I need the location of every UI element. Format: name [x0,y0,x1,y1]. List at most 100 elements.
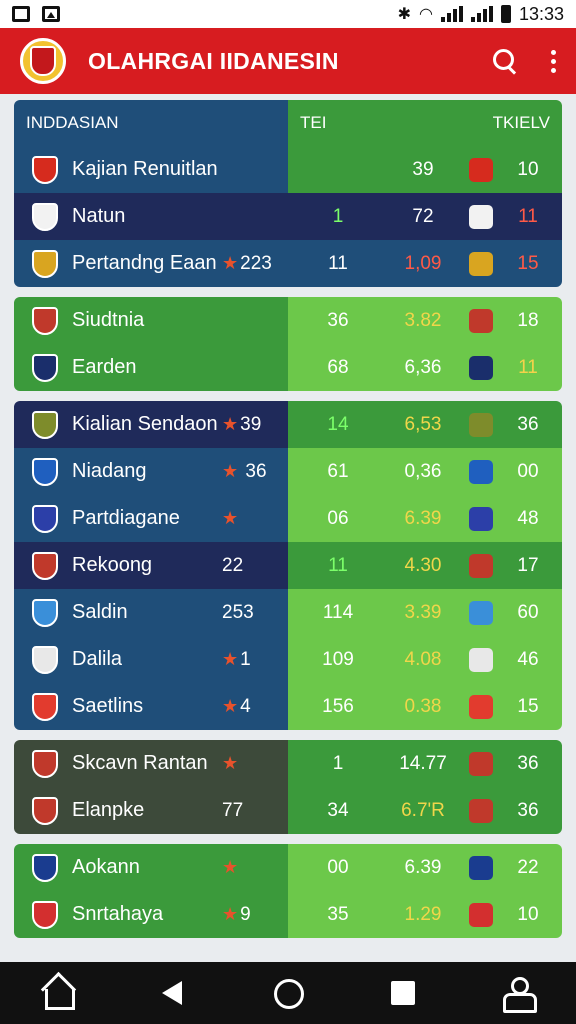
table-row[interactable]: Earden 68 6,36 11 [14,344,562,391]
table-row[interactable]: Snrtahaya ★ 9 35 1.29 10 [14,891,562,938]
badge-icon [469,855,493,880]
table-row[interactable]: Aokann ★ 00 6.39 22 [14,844,562,891]
team-name: Rekoong [72,554,153,576]
team-name: Siudtnia [72,309,145,331]
stat-col1: 35 [327,903,349,925]
team-extra: ★ 1 [222,648,251,670]
table-row[interactable]: Kialian Sendaon ★ 39 14 6,53 36 [14,401,562,448]
result-badge [466,647,496,672]
team-crest-icon [32,457,58,486]
team-group: Kialian Sendaon ★ 39 14 6,53 36 Niadang ★ 36 61 0… [14,401,562,730]
result-badge [466,355,496,380]
stat-col1: 61 [327,460,349,482]
team-extra: 77 [222,799,244,821]
badge-icon [469,553,493,578]
result-badge [466,902,496,927]
stat-col4: 46 [517,648,539,670]
lock-icon [32,551,58,580]
stat-col2: 6.39 [404,856,442,878]
team-group: Aokann ★ 00 6.39 22 Snrtahaya ★ 9 35 1.29 10 [14,844,562,938]
image-notification-icon [42,6,60,22]
table-row[interactable]: Natun 1 72 11 [14,193,562,240]
kebab-menu-icon[interactable] [551,49,556,73]
stat-col1: 00 [327,856,349,878]
stat-col4: 22 [517,856,539,878]
star-icon: ★ [222,507,239,528]
stat-col2: 3.39 [404,601,442,623]
table-row[interactable]: Saldin 253 114 3.39 60 [14,589,562,636]
team-extra: ★ [222,753,240,775]
result-badge [466,459,496,484]
back-icon[interactable] [156,976,190,1010]
stat-col4: 18 [517,309,539,331]
stat-col4: 60 [517,601,539,623]
stat-col4: 17 [517,554,539,576]
home-circle-icon[interactable] [271,976,305,1010]
standings-table: INDDASIAN TEI TKIELV Kajian Renuitlan 39 1… [14,100,562,962]
star-icon: ★ [222,460,239,481]
stat-col2: 1,09 [404,252,442,274]
team-extra: ★ 9 [222,903,251,925]
result-badge [466,308,496,333]
team-crest-icon [32,796,58,825]
table-row[interactable]: Siudtnia 36 3.82 18 [14,297,562,344]
battery-icon [500,5,511,23]
profile-icon[interactable] [501,976,538,1013]
team-crest-icon [32,692,58,721]
team-crest-icon [32,306,58,335]
stat-col2: 6,53 [404,413,442,435]
table-row[interactable]: Saetlins ★ 4 156 0.38 15 [14,683,562,730]
badge-icon [469,459,493,484]
star-icon: ★ [222,413,239,434]
stat-col1: 11 [328,554,348,576]
table-row[interactable]: Skcavn Rantan ★ 1 14.77 36 [14,740,562,787]
home-icon[interactable] [41,976,75,1010]
app-bar: OLAHRGAI IIDANESIN [0,28,576,94]
star-icon: ★ [222,252,239,273]
stat-col2: 6.7'R [401,799,445,821]
team-name: Kialian Sendaon [72,413,218,435]
team-crest-icon [32,749,58,778]
table-row[interactable]: Dalila ★ 1 109 4.08 46 [14,636,562,683]
badge-icon [469,251,493,276]
stat-col4: 36 [517,413,539,435]
app-logo [20,38,66,84]
search-icon[interactable] [493,49,517,73]
badge-icon [469,751,493,776]
stat-col2: 0,36 [404,460,442,482]
stat-col2: 4.30 [404,554,442,576]
table-row[interactable]: Pertandng Eaan ★ 223 11 1,09 15 [14,240,562,287]
team-crest-icon [32,155,58,184]
header-col2: TKIELV [492,113,550,132]
table-row[interactable]: Rekoong 22 11 4.30 17 [14,542,562,589]
box-icon [32,202,58,231]
table-row[interactable]: Elanpke 77 34 6.7'R 36 [14,787,562,834]
clock: 13:33 [518,3,564,24]
recents-icon[interactable] [386,976,420,1010]
badge-icon [469,506,493,531]
stat-col4: 36 [517,752,539,774]
app-title: OLAHRGAI IIDANESIN [88,47,339,74]
stat-col1: 1 [332,752,344,774]
badge-icon [469,412,493,437]
stat-col1: 156 [322,695,354,717]
header-label: INDDASIAN [26,113,119,132]
stat-col4: 11 [518,356,538,378]
status-bar: ✱ ◠ 13:33 [0,0,576,28]
stat-col4: 15 [517,695,539,717]
team-crest-icon [32,410,58,439]
android-nav-bar [0,962,576,1024]
badge-icon [469,600,493,625]
table-row[interactable]: Niadang ★ 36 61 0,36 00 [14,448,562,495]
team-group: Kajian Renuitlan 39 10 Natun 1 72 11 Pertandng … [14,146,562,287]
stat-col2: 3.82 [404,309,442,331]
result-badge [466,506,496,531]
team-extra: ★ [222,857,240,879]
team-group: Skcavn Rantan ★ 1 14.77 36 Elanpke 77 34 6.7'R 36 [14,740,562,834]
stat-col2: 6.39 [404,507,442,529]
table-row[interactable]: Partdiagane ★ 06 6.39 48 [14,495,562,542]
team-name: Saetlins [72,695,144,717]
star-icon: ★ [222,903,239,924]
team-extra: 22 [222,554,244,576]
table-row[interactable]: Kajian Renuitlan 39 10 [14,146,562,193]
